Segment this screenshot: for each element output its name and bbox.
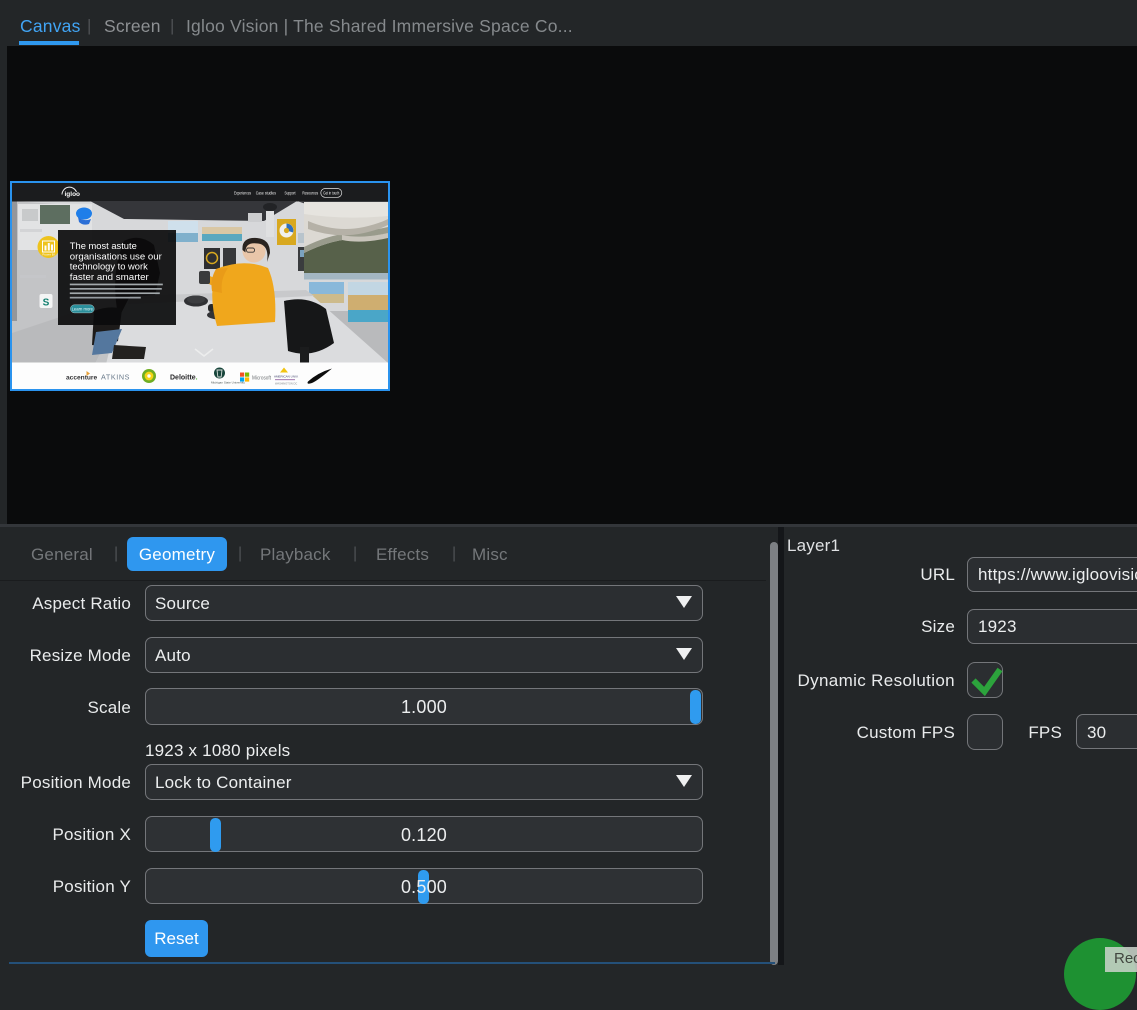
- svg-text:The most astute: The most astute: [70, 241, 137, 251]
- svg-text:Get in touch: Get in touch: [323, 190, 339, 195]
- svg-text:Learn more: Learn more: [72, 307, 94, 312]
- svg-text:Power BI: Power BI: [42, 253, 54, 257]
- svg-text:faster and smarter: faster and smarter: [70, 272, 149, 282]
- svg-text:Deloitte.: Deloitte.: [170, 375, 198, 382]
- svg-text:accenture: accenture: [66, 375, 97, 382]
- svg-text:WASHINGTON DC: WASHINGTON DC: [275, 382, 297, 386]
- svg-text:Case studies: Case studies: [256, 191, 277, 196]
- svg-text:ATKINS: ATKINS: [101, 373, 130, 382]
- svg-text:AMERICAN UNIV.: AMERICAN UNIV.: [274, 375, 299, 379]
- svg-text:organisations use our: organisations use our: [70, 251, 162, 261]
- svg-text:technology to work: technology to work: [70, 262, 149, 272]
- svg-text:Support: Support: [285, 191, 296, 196]
- svg-text:Microsoft: Microsoft: [252, 376, 271, 382]
- svg-text:igloo: igloo: [65, 191, 81, 198]
- svg-text:Resources: Resources: [302, 191, 319, 196]
- svg-text:Experiences: Experiences: [234, 191, 251, 196]
- svg-text:S: S: [43, 298, 50, 309]
